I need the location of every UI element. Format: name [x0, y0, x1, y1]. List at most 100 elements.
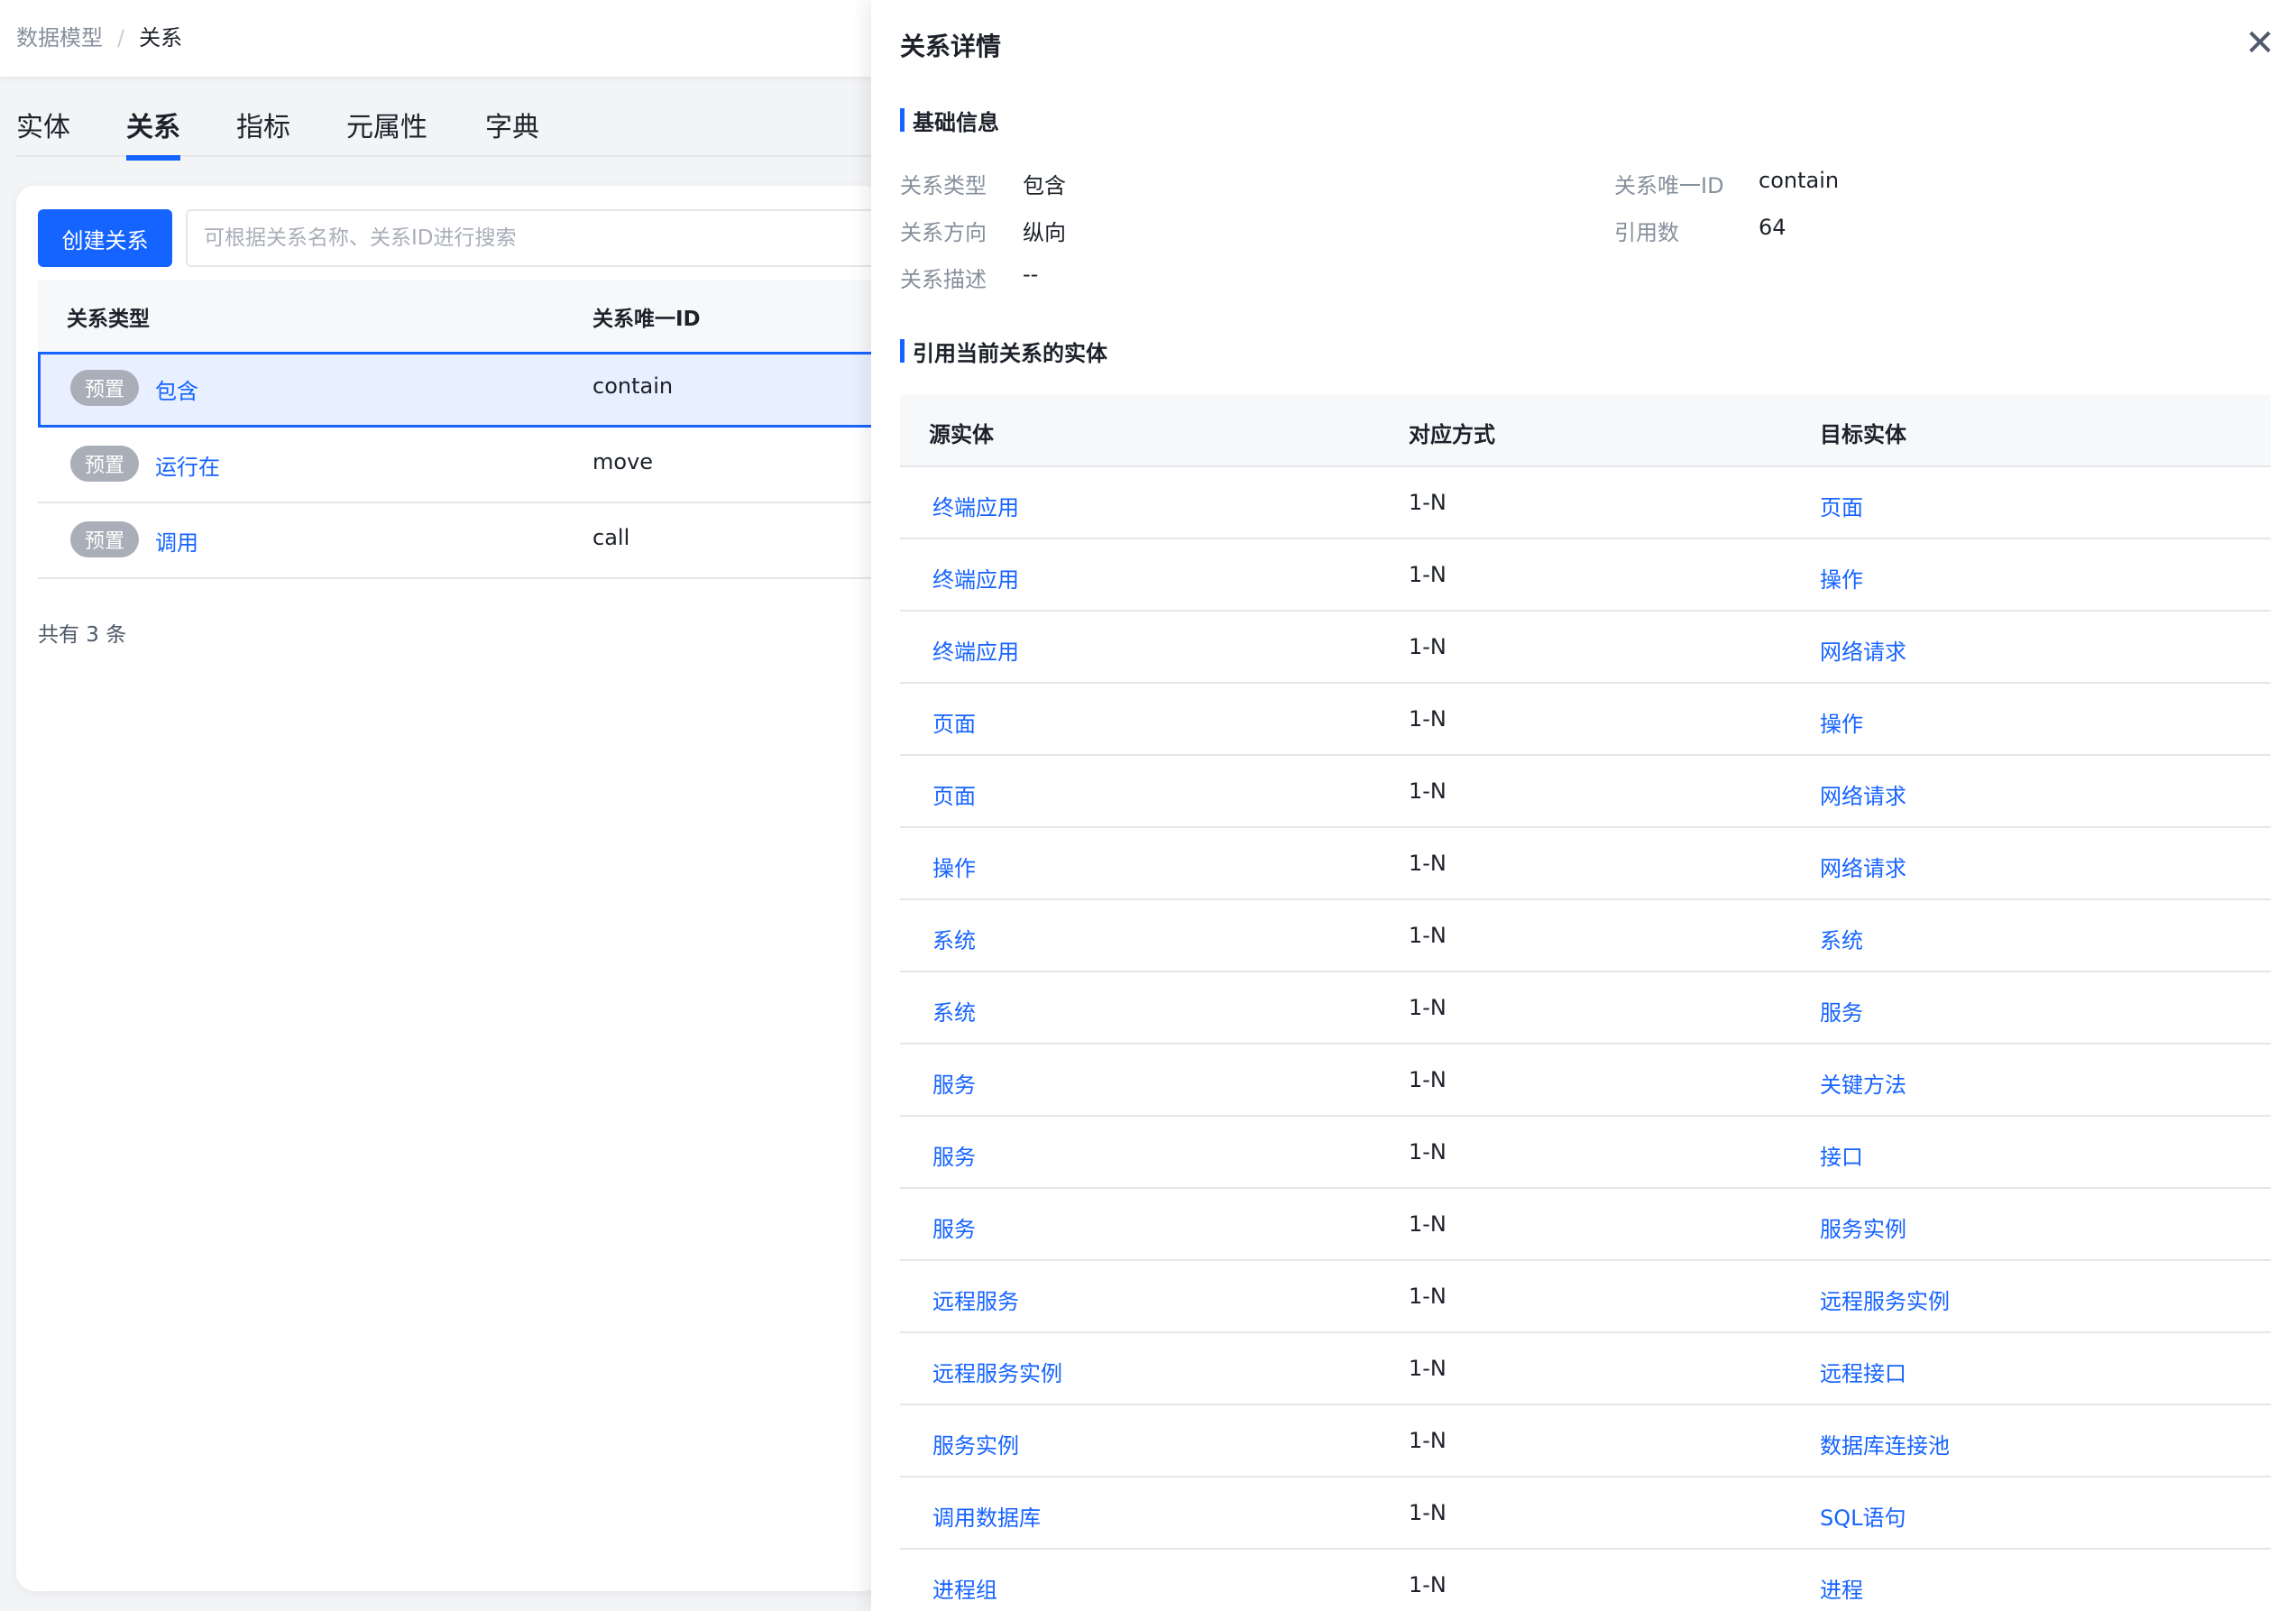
- table-row: 系统 1-N 系统: [900, 900, 2271, 972]
- tab-entity[interactable]: 实体: [16, 105, 70, 157]
- total-count: 共有 3 条: [38, 623, 127, 647]
- top-bar: 数据模型 / 关系: [0, 0, 871, 77]
- mapping-type: 1-N: [1409, 634, 1446, 659]
- target-entity-link[interactable]: 网络请求: [1820, 634, 1906, 666]
- mapping-type: 1-N: [1409, 1139, 1446, 1165]
- mapping-type: 1-N: [1409, 778, 1446, 804]
- relation-name-link[interactable]: 包含: [155, 373, 198, 405]
- target-entity-link[interactable]: 接口: [1820, 1139, 1863, 1171]
- relation-detail-drawer: 关系详情 ✕ 基础信息 关系类型 包含 关系唯一ID contain 关系方向 …: [871, 0, 2296, 1611]
- basic-info-heading: 基础信息: [900, 105, 999, 136]
- relation-name-link[interactable]: 运行在: [155, 449, 220, 481]
- drawer-title: 关系详情: [900, 32, 1002, 61]
- tab-relation[interactable]: 关系: [126, 105, 180, 161]
- source-entity-link[interactable]: 进程组: [932, 1572, 997, 1604]
- column-header-mapping: 对应方式: [1409, 422, 1495, 447]
- breadcrumb-separator: /: [117, 25, 125, 51]
- source-entity-link[interactable]: 远程服务实例: [932, 1356, 1062, 1387]
- mapping-type: 1-N: [1409, 1428, 1446, 1453]
- preset-badge: 预置: [70, 370, 139, 406]
- breadcrumb: 数据模型 / 关系: [16, 20, 182, 51]
- table-row: 终端应用 1-N 操作: [900, 539, 2271, 612]
- target-entity-link[interactable]: 服务实例: [1820, 1211, 1906, 1243]
- table-row: 终端应用 1-N 页面: [900, 467, 2271, 539]
- target-entity-link[interactable]: 远程接口: [1820, 1356, 1906, 1387]
- breadcrumb-root[interactable]: 数据模型: [16, 25, 103, 51]
- source-entity-link[interactable]: 系统: [932, 923, 976, 954]
- table-row: 进程组 1-N 进程: [900, 1550, 2271, 1611]
- target-entity-link[interactable]: 远程服务实例: [1820, 1284, 1950, 1315]
- mapping-type: 1-N: [1409, 995, 1446, 1020]
- list-row-move[interactable]: 预置 运行在 move: [38, 428, 887, 503]
- mapping-type: 1-N: [1409, 1211, 1446, 1237]
- relation-desc-label: 关系描述: [900, 267, 987, 292]
- mapping-type: 1-N: [1409, 1356, 1446, 1381]
- target-entity-link[interactable]: 服务: [1820, 995, 1863, 1026]
- source-entity-link[interactable]: 页面: [932, 778, 976, 810]
- source-entity-link[interactable]: 远程服务: [932, 1284, 1019, 1315]
- entity-table-header: 源实体 对应方式 目标实体: [900, 395, 2271, 467]
- relation-desc-value: --: [1023, 262, 1039, 287]
- relation-uid-label: 关系唯一ID: [1614, 173, 1724, 198]
- table-row: 系统 1-N 服务: [900, 972, 2271, 1045]
- mapping-type: 1-N: [1409, 490, 1446, 515]
- list-row-call[interactable]: 预置 调用 call: [38, 503, 887, 579]
- entity-table-body: 终端应用 1-N 页面 终端应用 1-N 操作 终端应用 1-N 网络请求 页面 1-N 操作 页面 1-…: [900, 467, 2271, 1611]
- source-entity-link[interactable]: 服务: [932, 1211, 976, 1243]
- target-entity-link[interactable]: SQL语句: [1820, 1500, 1906, 1532]
- target-entity-link[interactable]: 页面: [1820, 490, 1863, 521]
- table-row: 远程服务 1-N 远程服务实例: [900, 1261, 2271, 1333]
- relation-name-link[interactable]: 调用: [155, 525, 198, 557]
- breadcrumb-current: 关系: [139, 25, 183, 51]
- target-entity-link[interactable]: 数据库连接池: [1820, 1428, 1950, 1459]
- mapping-type: 1-N: [1409, 851, 1446, 876]
- column-header-id: 关系唯一ID: [592, 308, 701, 331]
- target-entity-link[interactable]: 操作: [1820, 562, 1863, 594]
- source-entity-link[interactable]: 服务: [932, 1067, 976, 1099]
- relation-uid-value: contain: [1759, 168, 1840, 193]
- mapping-type: 1-N: [1409, 1067, 1446, 1092]
- source-entity-link[interactable]: 终端应用: [932, 634, 1019, 666]
- relation-type-value: 包含: [1023, 173, 1066, 198]
- column-header-source: 源实体: [929, 422, 994, 447]
- mapping-type: 1-N: [1409, 1500, 1446, 1525]
- reference-count-value: 64: [1759, 215, 1786, 240]
- mapping-type: 1-N: [1409, 1572, 1446, 1597]
- search-input[interactable]: [186, 209, 907, 267]
- reference-count-label: 引用数: [1614, 220, 1679, 245]
- list-header: 关系类型 关系唯一ID: [38, 280, 887, 352]
- source-entity-link[interactable]: 服务: [932, 1139, 976, 1171]
- table-row: 服务 1-N 接口: [900, 1117, 2271, 1189]
- create-relation-button[interactable]: 创建关系: [38, 209, 172, 267]
- relation-id: move: [592, 449, 654, 474]
- target-entity-link[interactable]: 网络请求: [1820, 851, 1906, 882]
- list-row-contain[interactable]: 预置 包含 contain: [38, 352, 887, 428]
- source-entity-link[interactable]: 操作: [932, 851, 976, 882]
- source-entity-link[interactable]: 调用数据库: [932, 1500, 1041, 1532]
- target-entity-link[interactable]: 关键方法: [1820, 1067, 1906, 1099]
- source-entity-link[interactable]: 终端应用: [932, 490, 1019, 521]
- target-entity-link[interactable]: 操作: [1820, 706, 1863, 738]
- table-row: 服务实例 1-N 数据库连接池: [900, 1405, 2271, 1478]
- preset-badge: 预置: [70, 446, 139, 482]
- mapping-type: 1-N: [1409, 1284, 1446, 1309]
- source-entity-link[interactable]: 终端应用: [932, 562, 1019, 594]
- source-entity-link[interactable]: 系统: [932, 995, 976, 1026]
- target-entity-link[interactable]: 进程: [1820, 1572, 1863, 1604]
- column-header-type: 关系类型: [67, 308, 150, 331]
- source-entity-link[interactable]: 页面: [932, 706, 976, 738]
- source-entity-link[interactable]: 服务实例: [932, 1428, 1019, 1459]
- mapping-type: 1-N: [1409, 562, 1446, 587]
- table-row: 服务 1-N 服务实例: [900, 1189, 2271, 1261]
- referencing-entities-heading: 引用当前关系的实体: [900, 336, 1107, 367]
- target-entity-link[interactable]: 网络请求: [1820, 778, 1906, 810]
- relation-direction-value: 纵向: [1023, 220, 1066, 245]
- table-row: 操作 1-N 网络请求: [900, 828, 2271, 900]
- tab-dictionary[interactable]: 字典: [485, 105, 539, 157]
- close-icon[interactable]: ✕: [2240, 23, 2280, 63]
- target-entity-link[interactable]: 系统: [1820, 923, 1863, 954]
- mapping-type: 1-N: [1409, 923, 1446, 948]
- tab-metric[interactable]: 指标: [236, 105, 290, 157]
- relation-id: call: [592, 525, 630, 550]
- tab-meta-attribute[interactable]: 元属性: [346, 105, 427, 157]
